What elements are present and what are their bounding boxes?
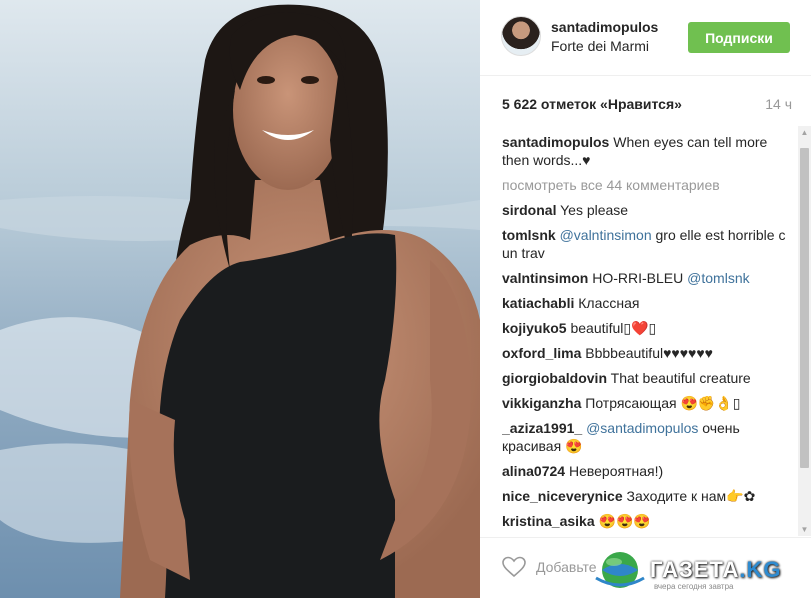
- logo-text: ГАЗЕТА.KG: [650, 557, 782, 583]
- comment-text: HO-RRI-BLEU: [592, 270, 684, 286]
- comment-text: Классная: [578, 295, 640, 311]
- comment-username[interactable]: giorgiobaldovin: [502, 370, 607, 386]
- list-item: valntinsimon HO-RRI-BLEU @tomlsnk: [502, 269, 792, 287]
- comment-username[interactable]: katiachabli: [502, 295, 574, 311]
- post-time[interactable]: 14 ч: [765, 96, 792, 112]
- post-photo[interactable]: [0, 0, 480, 598]
- comment-username[interactable]: kristina_asika: [502, 513, 595, 529]
- list-item: nice_niceverynice Заходите к нам👉✿: [502, 487, 792, 505]
- post-location[interactable]: Forte dei Marmi: [551, 38, 649, 54]
- comment-mention[interactable]: @tomlsnk: [687, 270, 749, 286]
- caption-username[interactable]: santadimopulos: [502, 134, 609, 150]
- comment-text: beautiful▯❤️▯: [570, 320, 657, 336]
- post-header: santadimopulos Forte dei Marmi Подписки: [480, 0, 811, 76]
- list-item: _aziza1991_ @santadimopulos очень красив…: [502, 419, 792, 455]
- comment-username[interactable]: _aziza1991_: [502, 420, 582, 436]
- comment-username[interactable]: vikkiganzha: [502, 395, 581, 411]
- heart-icon[interactable]: [502, 556, 526, 578]
- comment-username[interactable]: sirdonal: [502, 202, 556, 218]
- follow-button[interactable]: Подписки: [688, 22, 790, 53]
- comment-text: Потрясающая 😍✊👌▯: [585, 395, 741, 411]
- arrow-up-icon[interactable]: ▲: [798, 126, 811, 139]
- comment-text: That beautiful creature: [610, 370, 751, 386]
- list-item: katiachabli Классная: [502, 294, 792, 312]
- comment-mention[interactable]: @valntinsimon: [560, 227, 652, 243]
- view-all-comments-link[interactable]: посмотреть все 44 комментариев: [502, 176, 792, 194]
- comment-text: Bbbbeautiful♥♥♥♥♥♥: [585, 345, 713, 361]
- comment-username[interactable]: alina0724: [502, 463, 565, 479]
- arrow-down-icon[interactable]: ▼: [798, 523, 811, 536]
- scrollbar-thumb[interactable]: [800, 148, 809, 468]
- comment-username[interactable]: tomlsnk: [502, 227, 556, 243]
- logo-subtitle: вчера сегодня завтра: [654, 582, 734, 591]
- comment-username[interactable]: nice_niceverynice: [502, 488, 623, 504]
- comment-text: Невероятная!): [568, 463, 664, 479]
- comment-username[interactable]: oxford_lima: [502, 345, 581, 361]
- photo-illustration: [0, 0, 480, 598]
- globe-icon: [595, 552, 645, 588]
- caption: santadimopulos When eyes can tell more t…: [502, 133, 792, 169]
- add-comment-input[interactable]: Добавьте: [536, 559, 597, 575]
- logo-tld: .KG: [739, 557, 782, 582]
- comment-text: Yes please: [560, 202, 629, 218]
- watermark-logo: ГАЗЕТА.KG вчера сегодня завтра: [592, 546, 792, 596]
- list-item: kojiyuko5 beautiful▯❤️▯: [502, 319, 792, 337]
- list-item: kristina_asika 😍😍😍: [502, 512, 792, 530]
- post-sidebar: santadimopulos Forte dei Marmi Подписки …: [480, 0, 811, 598]
- comment-text: 😍😍😍: [598, 513, 651, 529]
- logo-name: ГАЗЕТА: [650, 557, 740, 582]
- list-item: oxford_lima Bbbbeautiful♥♥♥♥♥♥: [502, 344, 792, 362]
- post-footer: Добавьте ГАЗЕТА.KG вчера сегодня завтра: [480, 537, 811, 599]
- list-item: sirdonal Yes please: [502, 201, 792, 219]
- list-item: alina0724 Невероятная!): [502, 462, 792, 480]
- comment-list[interactable]: santadimopulos When eyes can tell more t…: [502, 133, 792, 533]
- header-username[interactable]: santadimopulos: [551, 19, 658, 35]
- list-item: vikkiganzha Потрясающая 😍✊👌▯: [502, 394, 792, 412]
- list-item: tomlsnk @valntinsimon gro elle est horri…: [502, 226, 792, 262]
- comment-text: Заходите к нам👉✿: [626, 488, 756, 504]
- comment-mention[interactable]: @santadimopulos: [586, 420, 698, 436]
- comment-username[interactable]: kojiyuko5: [502, 320, 567, 336]
- comment-username[interactable]: valntinsimon: [502, 270, 588, 286]
- post-stats: 5 622 отметок «Нравится» 14 ч: [502, 96, 792, 116]
- comments-scrollbar[interactable]: ▲ ▼: [798, 126, 811, 536]
- avatar[interactable]: [501, 16, 541, 56]
- list-item: giorgiobaldovin That beautiful creature: [502, 369, 792, 387]
- likes-count[interactable]: 5 622 отметок «Нравится»: [502, 96, 682, 112]
